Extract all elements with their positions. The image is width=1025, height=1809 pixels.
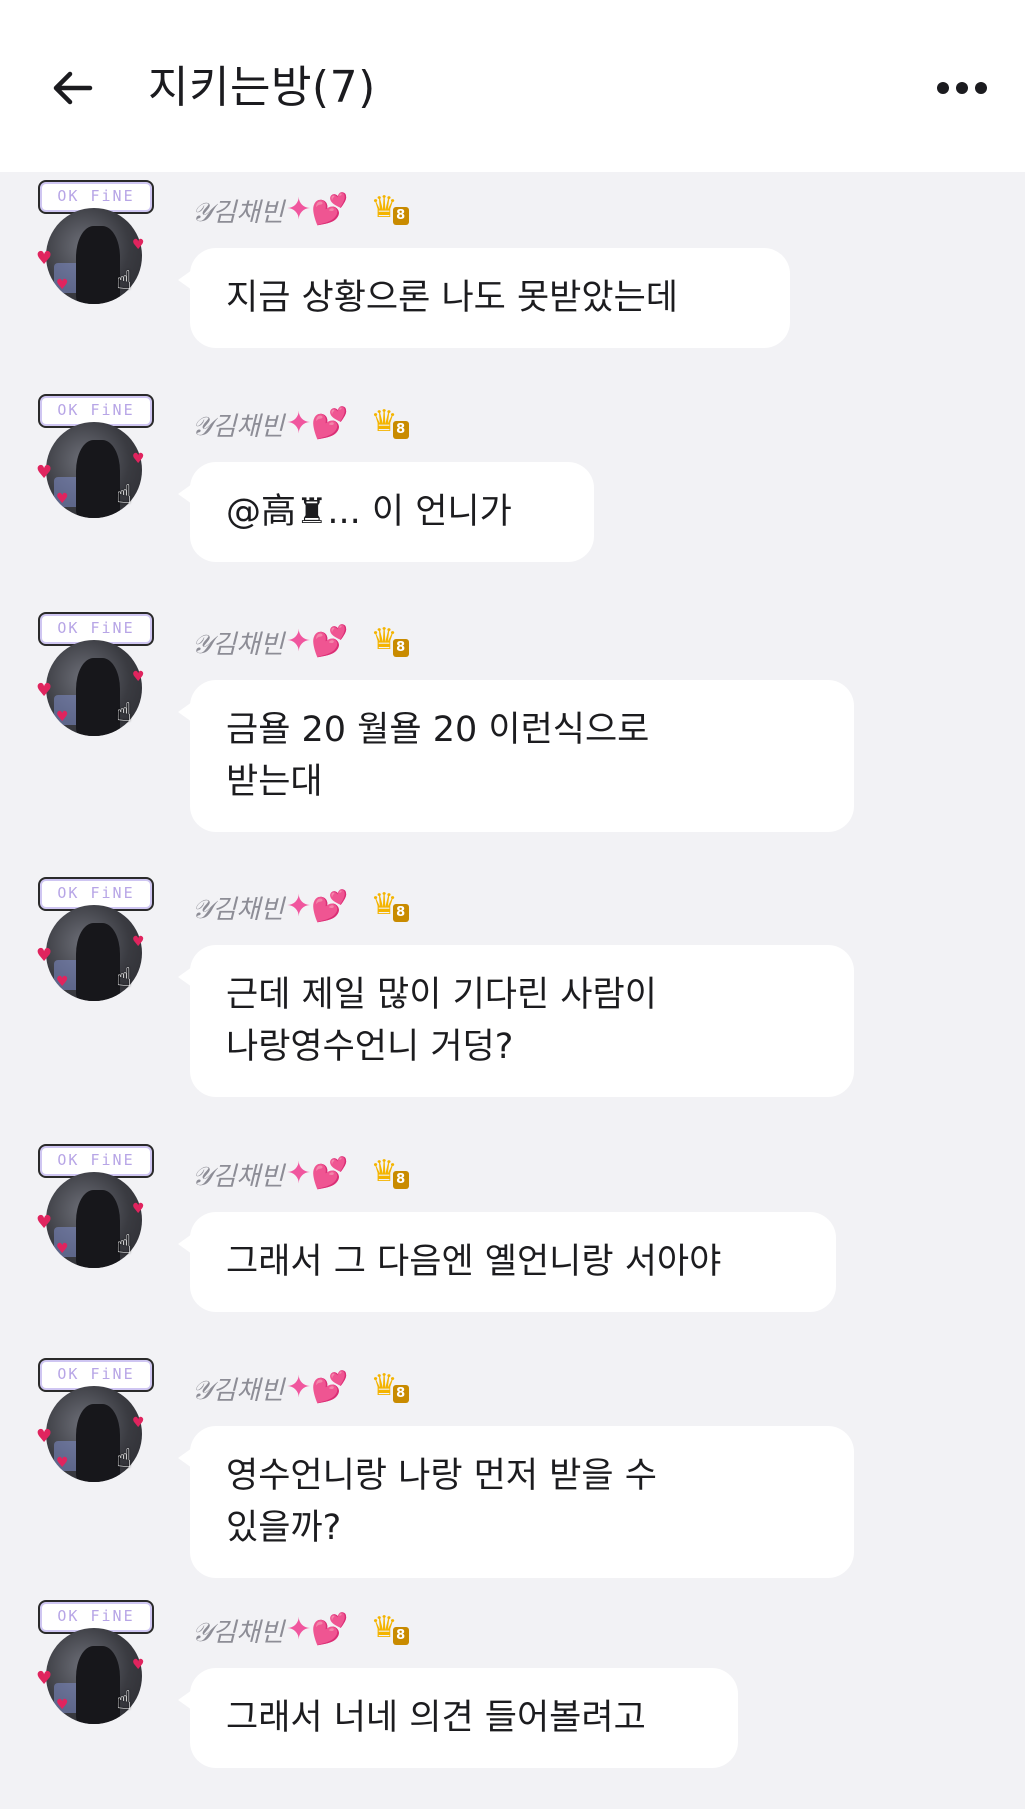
crown-level-badge: ♛ 8 xyxy=(371,625,411,659)
heart-sticker-icon: ♥ xyxy=(36,1212,53,1233)
heart-sticker-icon: ♥ xyxy=(56,1697,69,1713)
message-text-line: 근데 제일 많이 기다린 사람이 xyxy=(226,975,657,1015)
crown-level-badge: ♛ 8 xyxy=(371,1157,411,1191)
heart-sticker-icon: ♥ xyxy=(132,669,145,685)
sparkle-heart-icon: ✦💕 xyxy=(286,1612,349,1647)
back-button[interactable] xyxy=(42,58,102,118)
message-text-line: 나랑영수언니 거덩? xyxy=(226,1027,514,1067)
pointer-hand-icon: ☝ xyxy=(116,698,132,728)
sender-name[interactable]: 𝒴김채빈 xyxy=(192,406,284,443)
level-number: 8 xyxy=(392,207,409,225)
crown-level-badge: ♛ 8 xyxy=(371,890,411,924)
level-number: 8 xyxy=(392,639,409,657)
sender-info: 𝒴김채빈 ✦💕 ♛ 8 xyxy=(192,1154,411,1194)
message-bubble[interactable]: 근데 제일 많이 기다린 사람이나랑영수언니 거덩? xyxy=(178,945,854,1097)
sender-info: 𝒴김채빈 ✦💕 ♛ 8 xyxy=(192,190,411,230)
sender-avatar[interactable]: OK FiNE ♥ ♥ ♥ ☝ xyxy=(36,180,154,304)
heart-sticker-icon: ♥ xyxy=(36,1426,53,1447)
sender-avatar[interactable]: OK FiNE ♥ ♥ ♥ ☝ xyxy=(36,612,154,736)
crown-level-badge: ♛ 8 xyxy=(371,1613,411,1647)
pointer-hand-icon: ☝ xyxy=(116,1686,132,1716)
sparkle-heart-icon: ✦💕 xyxy=(286,406,349,441)
heart-sticker-icon: ♥ xyxy=(56,277,69,293)
sparkle-heart-icon: ✦💕 xyxy=(286,192,349,227)
pointer-hand-icon: ☝ xyxy=(116,266,132,296)
sender-name[interactable]: 𝒴김채빈 xyxy=(192,1156,284,1193)
sender-name[interactable]: 𝒴김채빈 xyxy=(192,624,284,661)
sender-avatar[interactable]: OK FiNE ♥ ♥ ♥ ☝ xyxy=(36,1358,154,1482)
pointer-hand-icon: ☝ xyxy=(116,480,132,510)
heart-sticker-icon: ♥ xyxy=(132,451,145,467)
level-number: 8 xyxy=(392,1627,409,1645)
heart-sticker-icon: ♥ xyxy=(132,934,145,950)
sparkle-heart-icon: ✦💕 xyxy=(286,1370,349,1405)
pointer-hand-icon: ☝ xyxy=(116,963,132,993)
message-text-line: 금욜 20 월욜 20 이런식으로 xyxy=(226,710,650,750)
more-horizontal-icon xyxy=(937,82,987,94)
more-options-button[interactable] xyxy=(927,58,997,118)
sender-info: 𝒴김채빈 ✦💕 ♛ 8 xyxy=(192,622,411,662)
heart-sticker-icon: ♥ xyxy=(36,680,53,701)
sender-avatar[interactable]: OK FiNE ♥ ♥ ♥ ☝ xyxy=(36,1144,154,1268)
heart-sticker-icon: ♥ xyxy=(132,1415,145,1431)
sparkle-heart-icon: ✦💕 xyxy=(286,624,349,659)
level-number: 8 xyxy=(392,1385,409,1403)
crown-level-badge: ♛ 8 xyxy=(371,193,411,227)
sparkle-heart-icon: ✦💕 xyxy=(286,889,349,924)
sender-avatar[interactable]: OK FiNE ♥ ♥ ♥ ☝ xyxy=(36,394,154,518)
message-text-line: 받는대 xyxy=(226,762,323,802)
sender-info: 𝒴김채빈 ✦💕 ♛ 8 xyxy=(192,404,411,444)
sender-info: 𝒴김채빈 ✦💕 ♛ 8 xyxy=(192,887,411,927)
sparkle-heart-icon: ✦💕 xyxy=(286,1156,349,1191)
crown-level-badge: ♛ 8 xyxy=(371,407,411,441)
level-number: 8 xyxy=(392,1171,409,1189)
message-bubble[interactable]: @高♜... 이 언니가 xyxy=(178,462,594,562)
heart-sticker-icon: ♥ xyxy=(56,1455,69,1471)
crown-level-badge: ♛ 8 xyxy=(371,1371,411,1405)
message-text-line: @高♜... 이 언니가 xyxy=(226,492,512,532)
heart-sticker-icon: ♥ xyxy=(36,462,53,483)
sender-info: 𝒴김채빈 ✦💕 ♛ 8 xyxy=(192,1610,411,1650)
message-bubble[interactable]: 그래서 그 다음엔 옐언니랑 서아야 xyxy=(178,1212,836,1312)
sender-avatar[interactable]: OK FiNE ♥ ♥ ♥ ☝ xyxy=(36,1600,154,1724)
message-bubble[interactable]: 지금 상황으론 나도 못받았는데 xyxy=(178,248,790,348)
sender-name[interactable]: 𝒴김채빈 xyxy=(192,1612,284,1649)
arrow-left-icon xyxy=(53,71,93,105)
heart-sticker-icon: ♥ xyxy=(132,1201,145,1217)
heart-sticker-icon: ♥ xyxy=(56,1241,69,1257)
message-text-line: 영수언니랑 나랑 먼저 받을 수 xyxy=(226,1456,657,1496)
chat-header: 지키는방(7) xyxy=(0,0,1025,172)
heart-sticker-icon: ♥ xyxy=(36,248,53,269)
sender-name[interactable]: 𝒴김채빈 xyxy=(192,1370,284,1407)
message-text-line: 지금 상황으론 나도 못받았는데 xyxy=(226,278,678,318)
message-bubble[interactable]: 금욜 20 월욜 20 이런식으로받는대 xyxy=(178,680,854,832)
heart-sticker-icon: ♥ xyxy=(36,945,53,966)
heart-sticker-icon: ♥ xyxy=(36,1668,53,1689)
sender-avatar[interactable]: OK FiNE ♥ ♥ ♥ ☝ xyxy=(36,877,154,1001)
level-number: 8 xyxy=(392,904,409,922)
pointer-hand-icon: ☝ xyxy=(116,1444,132,1474)
message-bubble[interactable]: 영수언니랑 나랑 먼저 받을 수있을까? xyxy=(178,1426,854,1578)
message-text-line: 그래서 그 다음엔 옐언니랑 서아야 xyxy=(226,1242,722,1282)
sender-name[interactable]: 𝒴김채빈 xyxy=(192,192,284,229)
pointer-hand-icon: ☝ xyxy=(116,1230,132,1260)
sender-info: 𝒴김채빈 ✦💕 ♛ 8 xyxy=(192,1368,411,1408)
heart-sticker-icon: ♥ xyxy=(132,237,145,253)
heart-sticker-icon: ♥ xyxy=(56,709,69,725)
message-text-line: 있을까? xyxy=(226,1508,342,1548)
chat-room-title: 지키는방(7) xyxy=(148,62,376,113)
message-text-line: 그래서 너네 의견 들어볼려고 xyxy=(226,1698,646,1738)
heart-sticker-icon: ♥ xyxy=(132,1657,145,1673)
level-number: 8 xyxy=(392,421,409,439)
heart-sticker-icon: ♥ xyxy=(56,974,69,990)
sender-name[interactable]: 𝒴김채빈 xyxy=(192,889,284,926)
message-bubble[interactable]: 그래서 너네 의견 들어볼려고 xyxy=(178,1668,738,1768)
heart-sticker-icon: ♥ xyxy=(56,491,69,507)
